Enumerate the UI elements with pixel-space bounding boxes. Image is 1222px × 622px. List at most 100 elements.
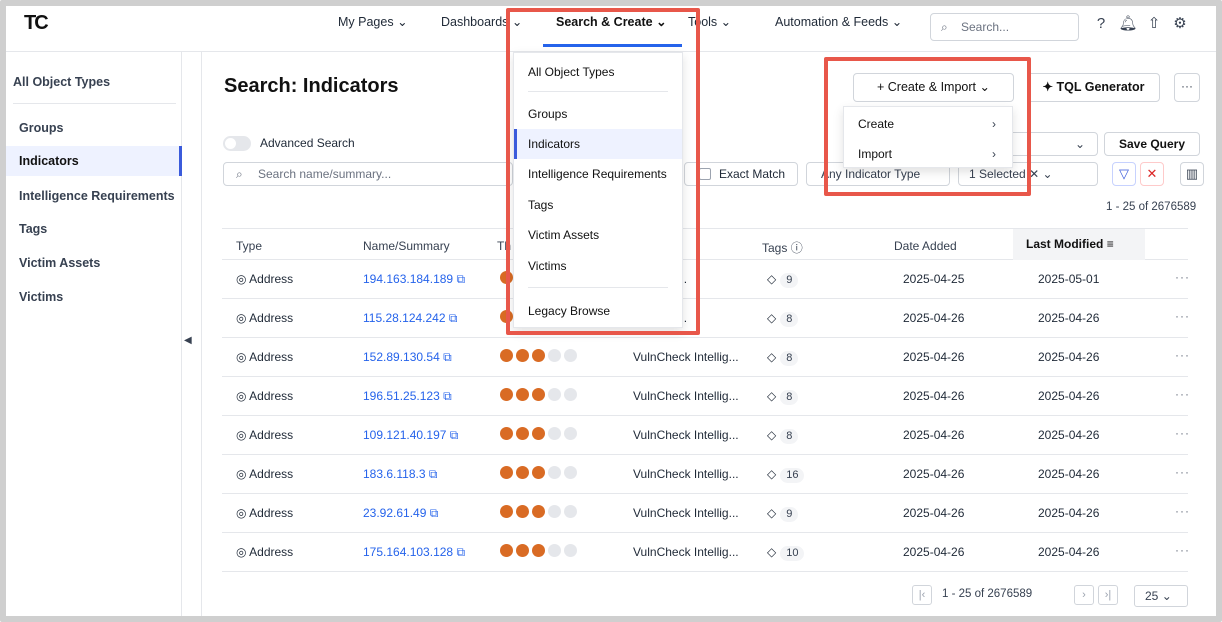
external-link-icon[interactable]: ⧉ <box>443 350 452 364</box>
search-icon: ⌕ <box>236 167 243 181</box>
checkbox-box[interactable] <box>699 168 711 180</box>
sidebar-item-intelligence-requirements[interactable]: Intelligence Requirements <box>6 181 182 211</box>
name-link[interactable]: 23.92.61.49 ⧉ <box>363 506 438 521</box>
location-pin-icon: ◎ <box>236 272 247 286</box>
info-icon[interactable]: ⓘ <box>791 241 803 255</box>
row-actions-icon[interactable]: ··· <box>1175 309 1190 323</box>
tag-icon: ◇ <box>767 350 777 364</box>
tags-cell[interactable]: ◇ 9 <box>767 272 799 288</box>
column-type[interactable]: Type <box>236 239 262 253</box>
page-title: Search: Indicators <box>224 75 399 97</box>
tags-cell[interactable]: ◇ 8 <box>767 311 799 327</box>
filter-icon[interactable]: ▽ <box>1112 162 1136 186</box>
row-actions-icon[interactable]: ··· <box>1175 543 1190 557</box>
table-row[interactable]: ◎ Address 196.51.25.123 ⧉ VulnCheck Intell… <box>222 377 1190 416</box>
sidebar-header[interactable]: All Object Types <box>13 75 110 89</box>
name-link[interactable]: 183.6.118.3 ⧉ <box>363 467 437 482</box>
sidebar-item-tags[interactable]: Tags <box>6 214 182 244</box>
tag-icon: ◇ <box>767 428 777 442</box>
name-link[interactable]: 175.164.103.128 ⧉ <box>363 545 465 560</box>
column-name-summary[interactable]: Name/Summary <box>363 239 450 253</box>
threat-skull-icon <box>532 544 545 557</box>
chevron-down-icon: ⌄ <box>1074 137 1085 151</box>
external-link-icon[interactable]: ⧉ <box>450 428 459 442</box>
threat-skull-icon <box>532 349 545 362</box>
row-actions-icon[interactable]: ··· <box>1175 465 1190 479</box>
clear-filters-icon[interactable]: ✕ <box>1140 162 1164 186</box>
page-size-select[interactable]: 25 ⌄ <box>1134 585 1188 607</box>
collapse-sidebar-icon[interactable]: ◀ <box>184 335 196 349</box>
threat-rating <box>500 505 580 521</box>
name-link[interactable]: 115.28.124.242 ⧉ <box>363 311 457 326</box>
chevron-down-icon: ⌄ <box>1042 167 1053 181</box>
table-row[interactable]: ◎ Address194.163.184.189 ⧉k Intellig...◇… <box>222 260 1190 299</box>
source-cell: VulnCheck Intellig... <box>633 506 739 520</box>
table-row[interactable]: ◎ Address 152.89.130.54 ⧉ VulnCheck Intell… <box>222 338 1190 377</box>
table-row[interactable]: ◎ Address 109.121.40.197 ⧉ VulnCheck Intel… <box>222 416 1190 455</box>
date-added-cell: 2025-04-26 <box>903 467 965 481</box>
location-pin-icon: ◎ <box>236 467 247 481</box>
tags-cell[interactable]: ◇ 10 <box>767 545 805 561</box>
external-link-icon[interactable]: ⧉ <box>456 545 465 559</box>
tags-cell[interactable]: ◇ 16 <box>767 467 805 483</box>
more-options-button[interactable]: ··· <box>1174 73 1200 102</box>
name-summary-search-input[interactable]: ⌕ Search name/summary... <box>223 162 513 186</box>
bell-icon[interactable]: 🔔︎ <box>1118 14 1138 34</box>
name-link[interactable]: 194.163.184.189 ⧉ <box>363 272 465 287</box>
name-link[interactable]: 152.89.130.54 ⧉ <box>363 350 452 365</box>
row-actions-icon[interactable]: ··· <box>1175 504 1190 518</box>
row-actions-icon[interactable]: ··· <box>1175 348 1190 362</box>
save-query-button[interactable]: Save Query <box>1104 132 1200 156</box>
threat-rating <box>500 349 580 365</box>
chevron-down-icon: ⌄ <box>891 15 903 29</box>
external-link-icon[interactable]: ⧉ <box>443 389 452 403</box>
row-actions-icon[interactable]: ··· <box>1175 270 1190 284</box>
tag-icon: ◇ <box>767 311 777 325</box>
help-icon[interactable]: ? <box>1091 14 1111 34</box>
table-row[interactable]: ◎ Address 175.164.103.128 ⧉ VulnCheck Inte… <box>222 533 1190 572</box>
upload-icon[interactable]: ⇧ <box>1144 14 1164 34</box>
sidebar-item-indicators[interactable]: Indicators <box>6 146 182 176</box>
threatconnect-logo[interactable]: TC <box>24 12 49 35</box>
tql-generator-button[interactable]: ✦ TQL Generator <box>1027 73 1160 102</box>
threat-skull-icon <box>500 388 513 401</box>
table-row[interactable]: ◎ Address115.28.124.242 ⧉k Intellig...◇8… <box>222 299 1190 338</box>
sidebar-item-victim-assets[interactable]: Victim Assets <box>6 248 182 278</box>
row-actions-icon[interactable]: ··· <box>1175 387 1190 401</box>
tags-cell[interactable]: ◇ 8 <box>767 389 799 405</box>
name-link[interactable]: 109.121.40.197 ⧉ <box>363 428 458 443</box>
column-last-modified[interactable]: Last Modified ≡ <box>1013 229 1145 260</box>
name-link[interactable]: 196.51.25.123 ⧉ <box>363 389 452 404</box>
tag-count-badge: 8 <box>780 390 799 405</box>
nav-automation-feeds[interactable]: Automation & Feeds ⌄ <box>775 14 902 29</box>
table-row[interactable]: ◎ Address 23.92.61.49 ⧉ VulnCheck Intellig… <box>222 494 1190 533</box>
external-link-icon[interactable]: ⧉ <box>449 311 458 325</box>
threat-skull-icon <box>516 349 529 362</box>
location-pin-icon: ◎ <box>236 350 247 364</box>
exact-match-checkbox[interactable]: Exact Match <box>684 162 798 186</box>
tags-cell[interactable]: ◇ 8 <box>767 428 799 444</box>
date-added-cell: 2025-04-25 <box>903 272 965 286</box>
next-page-button[interactable]: › <box>1074 585 1094 605</box>
row-actions-icon[interactable]: ··· <box>1175 426 1190 440</box>
column-tags[interactable]: Tags ⓘ <box>762 239 803 256</box>
global-search-input[interactable]: ⌕ Search... <box>930 13 1079 41</box>
nav-my-pages[interactable]: My Pages ⌄ <box>338 14 408 29</box>
external-link-icon[interactable]: ⧉ <box>429 467 438 481</box>
first-page-button[interactable]: |‹ <box>912 585 932 605</box>
tag-count-badge: 16 <box>780 468 805 483</box>
threat-skull-icon <box>564 427 577 440</box>
columns-icon[interactable]: ▥ <box>1180 162 1204 186</box>
last-page-button[interactable]: ›| <box>1098 585 1118 605</box>
external-link-icon[interactable]: ⧉ <box>430 506 439 520</box>
table-row[interactable]: ◎ Address 183.6.118.3 ⧉ VulnCheck Intellig… <box>222 455 1190 494</box>
external-link-icon[interactable]: ⧉ <box>456 272 465 286</box>
advanced-search-toggle[interactable] <box>223 136 251 151</box>
tags-cell[interactable]: ◇ 8 <box>767 350 799 366</box>
sidebar-item-groups[interactable]: Groups <box>6 113 182 143</box>
sidebar-item-victims[interactable]: Victims <box>6 282 182 312</box>
tags-cell[interactable]: ◇ 9 <box>767 506 799 522</box>
column-date-added[interactable]: Date Added <box>894 239 957 253</box>
type-cell: ◎ Address <box>236 389 294 403</box>
gear-icon[interactable]: ⚙ <box>1170 14 1190 34</box>
